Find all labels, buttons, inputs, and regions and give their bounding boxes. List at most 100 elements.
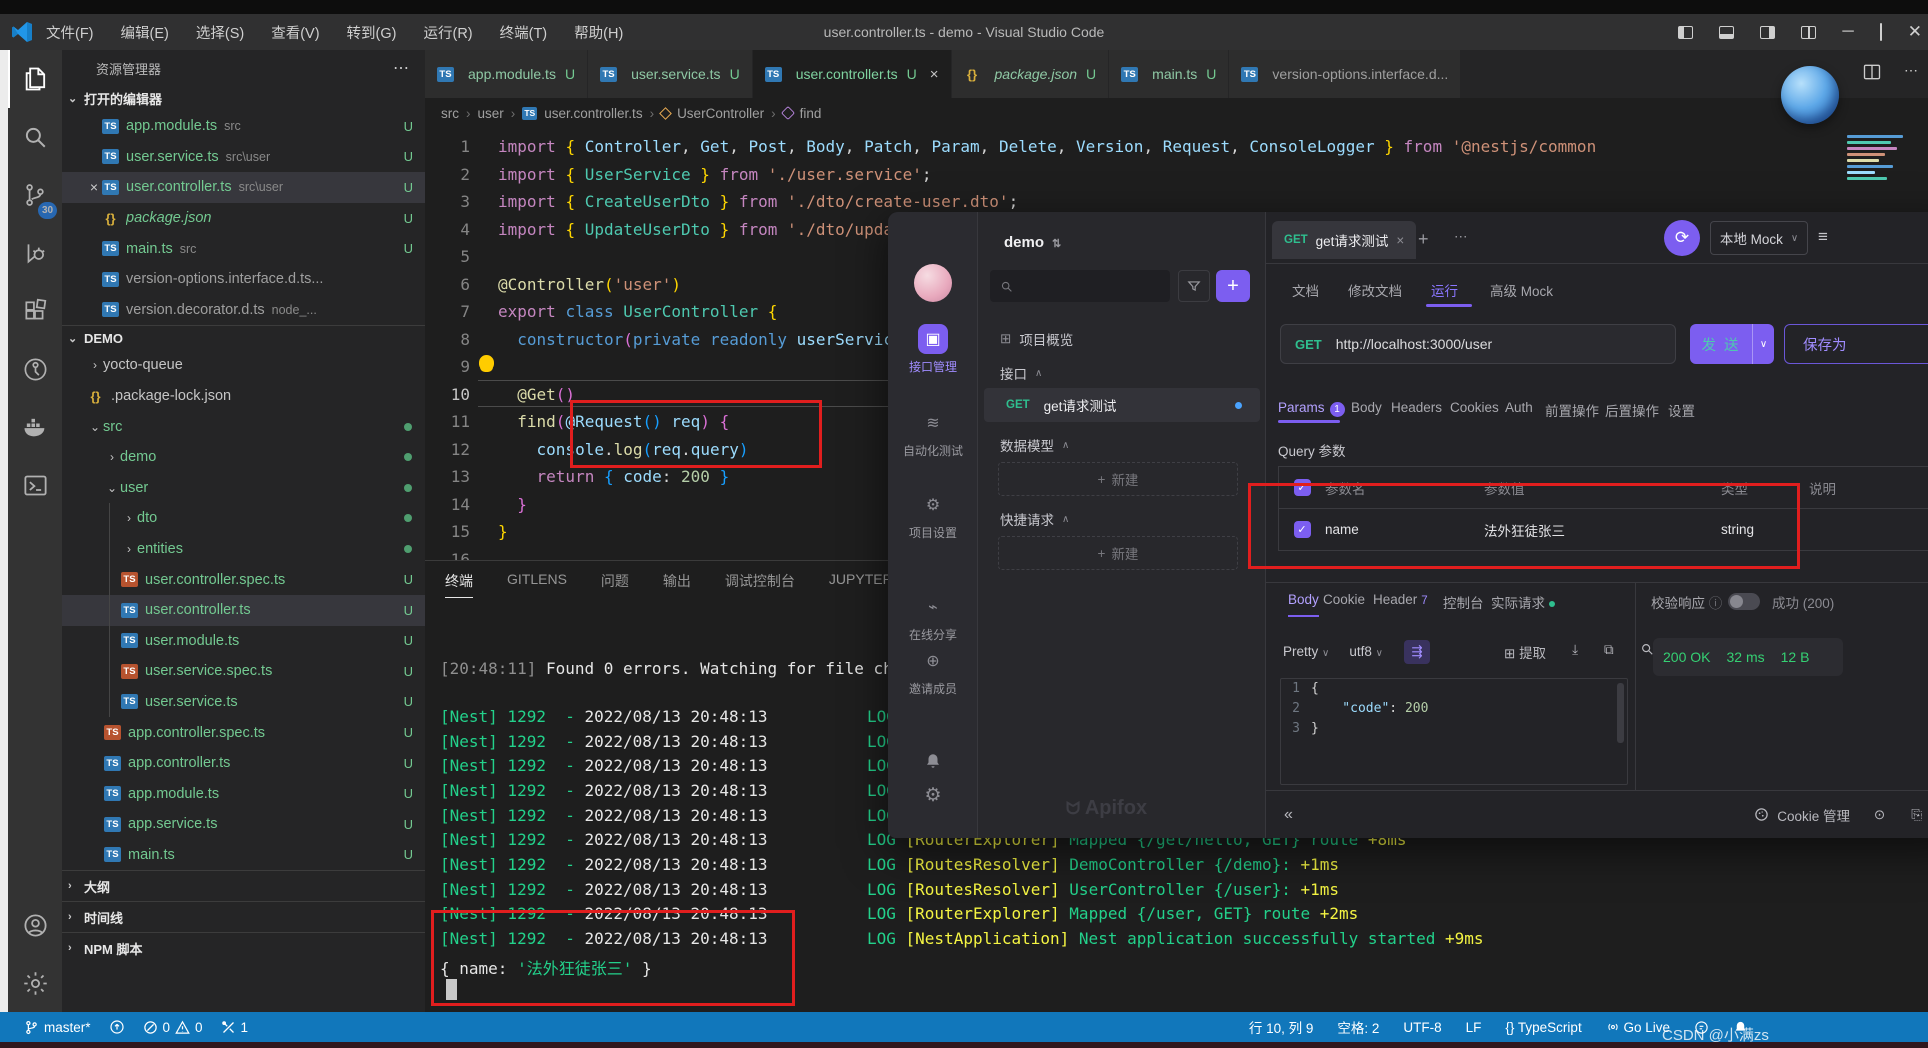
docker-icon[interactable] (8, 398, 62, 456)
encoding-item[interactable]: UTF-8 (1403, 1020, 1441, 1035)
project-section-header[interactable]: ⌄ DEMO (62, 325, 425, 350)
tree-item[interactable]: TS user.controller.spec.ts U (62, 564, 425, 595)
response-json-viewer[interactable]: 1{2 "code": 200 3} (1280, 678, 1628, 785)
response-tab[interactable]: 控制台 (1443, 592, 1484, 612)
pretty-select[interactable]: Pretty ∨ (1283, 644, 1329, 659)
response-tab[interactable]: 实际请求 (1491, 592, 1555, 612)
panel-tab[interactable]: GITLENS (507, 571, 567, 598)
apifox-settings-gear-icon[interactable]: ⚙ (888, 784, 978, 807)
open-editor-item[interactable]: TS app.module.ts src U (62, 111, 425, 142)
avatar[interactable] (914, 264, 952, 302)
editor-tab[interactable]: TS app.module.ts U (425, 50, 589, 98)
minimap[interactable] (1845, 132, 1925, 212)
tree-item[interactable]: › dto (62, 503, 425, 534)
request-section-tab[interactable]: Params 1 (1278, 400, 1345, 417)
open-editor-item[interactable]: TS version.decorator.d.ts node_... (62, 295, 425, 326)
breadcrumb-item[interactable]: src (441, 106, 459, 121)
send-dropdown-icon[interactable]: ∨ (1752, 324, 1774, 364)
request-section-tab[interactable]: 后置操作 (1605, 400, 1659, 420)
url-text[interactable]: http://localhost:3000/user (1336, 336, 1492, 352)
method-label[interactable]: GET (1281, 337, 1336, 352)
response-tab[interactable]: Body (1288, 592, 1319, 617)
eol-item[interactable]: LF (1466, 1020, 1482, 1035)
copy-icon[interactable]: ⧉ (1604, 642, 1614, 662)
floating-assistant-ball[interactable] (1781, 66, 1839, 124)
sidebar-section-大纲[interactable]: › 大纲 (62, 870, 425, 901)
open-editor-item[interactable]: TS user.service.ts src\user U (62, 142, 425, 173)
apifox-search-input[interactable] (990, 270, 1170, 302)
tree-item[interactable]: TS app.controller.spec.ts U (62, 717, 425, 748)
request-section-tab[interactable]: Headers (1391, 400, 1442, 415)
search-response-icon[interactable] (1640, 642, 1654, 662)
tree-item[interactable]: TS user.controller.ts U (62, 594, 425, 626)
hamburger-menu-icon[interactable]: ≡ (1818, 227, 1828, 247)
lightbulb-icon[interactable] (479, 355, 494, 370)
menu-item[interactable]: 选择(S) (196, 26, 244, 42)
open-editor-item[interactable]: {} package.json U (62, 203, 425, 234)
request-tab[interactable]: GET get请求测试 × (1272, 221, 1417, 259)
cookie-manager-button[interactable]: Cookie 管理 (1754, 805, 1850, 825)
sync-changes-item[interactable] (109, 1019, 125, 1035)
api-section-header[interactable]: 接口 ∧ (978, 358, 1266, 388)
breadcrumb-item[interactable]: find (800, 106, 822, 121)
new-model-button[interactable]: + 新建 (998, 462, 1238, 496)
model-section-header[interactable]: 数据模型 ∧ (978, 430, 1266, 460)
panel-tab[interactable]: JUPYTER (829, 571, 893, 598)
tree-item[interactable]: › demo (62, 442, 425, 473)
validate-toggle[interactable] (1728, 593, 1760, 610)
panel-tab[interactable]: 终端 (445, 571, 473, 598)
accounts-icon[interactable] (8, 896, 62, 954)
breadcrumb-item[interactable]: UserController (677, 106, 764, 121)
gitlens-icon[interactable] (8, 340, 62, 398)
request-section-tab[interactable]: Auth (1505, 400, 1533, 415)
menu-item[interactable]: 查看(V) (271, 26, 319, 42)
editor-tab[interactable]: TS user.service.ts U (588, 50, 753, 98)
tree-item[interactable]: TS user.service.ts U (62, 686, 425, 718)
language-item[interactable]: {} TypeScript (1505, 1020, 1581, 1035)
git-branch-item[interactable]: master* (24, 1020, 91, 1035)
add-api-button[interactable]: + (1216, 270, 1250, 302)
doc-tab[interactable]: 修改文档 (1348, 280, 1402, 300)
apifox-nav-3[interactable]: ⚙ 项目设置 (888, 490, 978, 541)
close-icon[interactable]: × (930, 66, 939, 83)
explorer-icon[interactable] (8, 50, 62, 108)
upload-circle-icon[interactable]: ⊙ (1874, 807, 1885, 823)
golive-item[interactable]: Go Live (1606, 1020, 1670, 1035)
response-tab[interactable]: Header 7 (1373, 592, 1428, 607)
scrollbar[interactable] (1617, 683, 1624, 743)
extensions-icon[interactable] (8, 282, 62, 340)
sidebar-section-NPM 脚本[interactable]: › NPM 脚本 (62, 932, 425, 963)
source-control-icon[interactable]: 30 (8, 166, 62, 224)
open-editor-item[interactable]: TS version-options.interface.d.ts... (62, 264, 425, 295)
open-editor-item[interactable]: × TS user.controller.ts src\user U (62, 172, 425, 203)
tree-item[interactable]: TS app.module.ts U (62, 778, 425, 809)
clipboard-icon[interactable]: ⎘ (1911, 807, 1922, 823)
sidebar-more-icon[interactable]: ⋯ (393, 58, 411, 78)
breadcrumb-item[interactable]: user.controller.ts (544, 106, 642, 121)
tree-item[interactable]: ⌄ src (62, 411, 425, 442)
save-as-button[interactable]: 保存为 (1784, 324, 1928, 364)
encoding-select[interactable]: utf8 ∨ (1349, 644, 1383, 659)
request-section-tab[interactable]: Cookies (1450, 400, 1499, 415)
mock-mode-select[interactable]: 本地 Mock ∨ (1710, 221, 1808, 255)
new-quick-request-button[interactable]: + 新建 (998, 536, 1238, 570)
tree-item[interactable]: TS user.module.ts U (62, 625, 425, 657)
filter-funnel-icon[interactable] (1178, 270, 1210, 302)
menu-item[interactable]: 编辑(E) (121, 26, 169, 42)
close-button[interactable]: ✕ (1908, 22, 1922, 42)
request-section-tab[interactable]: 前置操作 (1545, 400, 1599, 420)
layout-secondary-icon[interactable] (1760, 25, 1776, 39)
extract-button[interactable]: ⊞ 提取 (1504, 642, 1546, 662)
apifox-nav-4[interactable]: ⌁ 在线分享 (888, 592, 978, 643)
tree-item[interactable]: › entities (62, 533, 425, 565)
terminal-activity-icon[interactable] (8, 456, 62, 514)
close-icon[interactable]: × (86, 179, 102, 195)
request-url-bar[interactable]: GET http://localhost:3000/user (1280, 324, 1676, 364)
tree-item[interactable]: TS user.service.spec.ts U (62, 656, 425, 687)
menu-item[interactable]: 终端(T) (500, 26, 548, 42)
indentation-item[interactable]: 空格: 2 (1337, 1017, 1379, 1037)
menu-item[interactable]: 文件(F) (46, 26, 94, 42)
request-tree-item[interactable]: GET get请求测试 (984, 388, 1260, 422)
search-icon[interactable] (8, 108, 62, 166)
editor-tab[interactable]: {} package.json U (951, 50, 1110, 98)
